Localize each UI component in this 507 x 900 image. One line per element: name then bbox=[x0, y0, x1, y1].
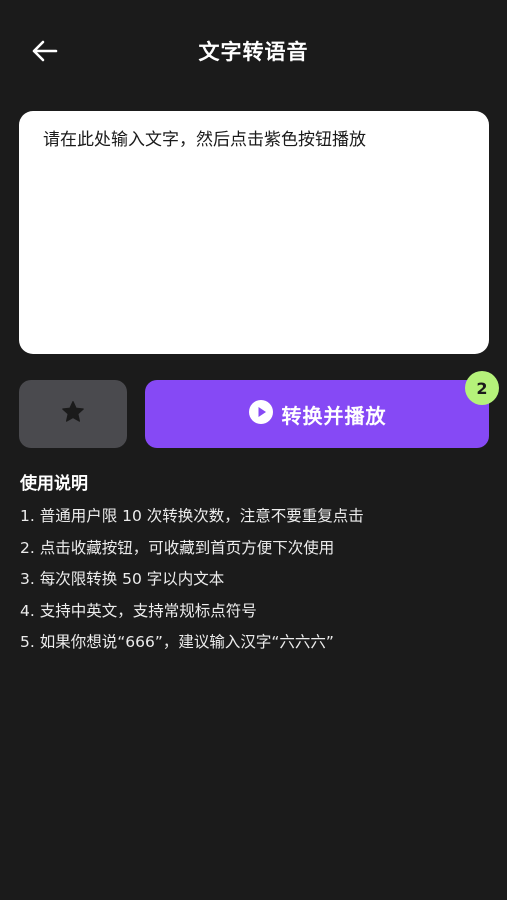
favorite-button[interactable] bbox=[19, 380, 127, 448]
instructions-heading: 使用说明 bbox=[20, 474, 88, 494]
text-input[interactable] bbox=[19, 111, 489, 354]
instruction-item: 3. 每次限转换 50 字以内文本 bbox=[20, 570, 225, 588]
play-circle-icon bbox=[248, 399, 274, 429]
instruction-item: 1. 普通用户限 10 次转换次数，注意不要重复点击 bbox=[20, 507, 364, 525]
instruction-item: 5. 如果你想说“666”，建议输入汉字“六六六” bbox=[20, 633, 334, 651]
remaining-count-badge: 2 bbox=[465, 371, 499, 405]
instructions-section: 使用说明 1. 普通用户限 10 次转换次数，注意不要重复点击 2. 点击收藏按… bbox=[20, 470, 490, 659]
text-input-card bbox=[19, 111, 489, 354]
star-icon bbox=[60, 399, 86, 429]
instruction-item: 4. 支持中英文，支持常规标点符号 bbox=[20, 601, 257, 620]
instruction-item: 2. 点击收藏按钮，可收藏到首页方便下次使用 bbox=[20, 538, 335, 557]
convert-play-button[interactable]: 转换并播放 bbox=[145, 380, 489, 448]
page-title: 文字转语音 bbox=[198, 40, 309, 64]
top-bar: 文字转语音 bbox=[0, 0, 507, 100]
convert-play-label: 转换并播放 bbox=[281, 403, 387, 428]
